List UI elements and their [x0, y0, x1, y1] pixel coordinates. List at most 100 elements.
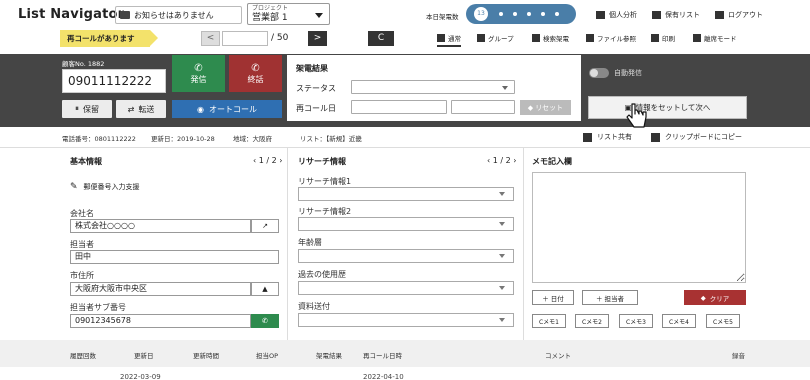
- custom-memo-1-button[interactable]: Cメモ1: [532, 314, 566, 328]
- progress-dot: [527, 12, 531, 16]
- company-name-field[interactable]: 株式会社○○○○: [70, 219, 251, 233]
- clear-memo-label: クリア: [709, 294, 730, 303]
- customer-number: 顧客No. 1882: [62, 60, 105, 68]
- history-col-recall: 再コール日時: [363, 352, 402, 360]
- document-sent-select[interactable]: [298, 313, 514, 327]
- progress-dot: [513, 12, 517, 16]
- autocall-button[interactable]: ◉ オートコール: [172, 100, 282, 118]
- usage-history-select[interactable]: [298, 281, 514, 295]
- eraser-icon: ◆: [700, 293, 706, 302]
- recall-time-input[interactable]: [451, 100, 515, 114]
- share-list-button[interactable]: リスト共有: [583, 132, 632, 142]
- page-number-input[interactable]: [222, 31, 268, 46]
- mode-normal[interactable]: 通常: [437, 33, 461, 47]
- mode-group-label: グループ: [488, 35, 514, 43]
- mode-file-ref[interactable]: ファイル参照: [586, 33, 636, 43]
- age-group-label: 年齢層: [298, 238, 322, 247]
- research-2-select[interactable]: [298, 217, 514, 231]
- custom-memo-2-button[interactable]: Cメモ2: [575, 314, 609, 328]
- call-button-label: 発信: [190, 74, 207, 84]
- mode-away-label: 離席モード: [704, 35, 737, 43]
- mode-search-call[interactable]: 検索架電: [532, 33, 569, 43]
- sub-number-field[interactable]: 09012345678: [70, 314, 251, 328]
- set-and-next-button[interactable]: ▣ 情報をセットして次へ: [588, 96, 747, 119]
- custom-memo-3-button[interactable]: Cメモ3: [619, 314, 653, 328]
- history-col-comment: コメント: [545, 352, 571, 360]
- research-1-select[interactable]: [298, 187, 514, 201]
- memo-textarea[interactable]: [532, 172, 746, 283]
- address-field[interactable]: 大阪府大阪市中央区: [70, 282, 251, 296]
- recall-date-input[interactable]: [351, 100, 447, 114]
- page-prev-button[interactable]: <: [201, 31, 220, 46]
- notice-box[interactable]: お知らせはありません: [115, 6, 242, 24]
- basic-info-pager[interactable]: ‹ 1 / 2 ›: [253, 156, 282, 165]
- chevron-right-icon[interactable]: ›: [513, 156, 516, 165]
- info-tel: 電話番号：0801112222: [62, 135, 136, 143]
- insert-date-button[interactable]: ＋ 日付: [532, 290, 574, 305]
- mode-print-label: 印刷: [662, 35, 675, 43]
- page-next-button[interactable]: >: [308, 31, 327, 46]
- hangup-button[interactable]: ✆ 終話: [229, 55, 282, 92]
- sub-number-label: 担当者サブ番号: [70, 303, 126, 312]
- nav-logout-label: ログアウト: [728, 11, 763, 19]
- project-label: プロジェクト: [252, 5, 289, 12]
- address-label: 市住所: [70, 271, 94, 280]
- nav-logout[interactable]: ログアウト: [715, 10, 763, 20]
- mode-print[interactable]: 印刷: [651, 33, 675, 43]
- postal-helper-link[interactable]: ✎ 郵便番号入力支援: [70, 182, 140, 192]
- call-button[interactable]: ✆ 発信: [172, 55, 225, 92]
- copy-clipboard-button[interactable]: クリップボードにコピー: [651, 132, 742, 142]
- history-col-operator: 担当OP: [256, 352, 279, 360]
- chevron-left-icon[interactable]: ‹: [487, 156, 490, 165]
- column-divider: [287, 148, 288, 340]
- person-in-charge-field[interactable]: 田中: [70, 250, 279, 264]
- chevron-down-icon: [315, 13, 323, 18]
- mode-group[interactable]: グループ: [477, 33, 514, 43]
- custom-memo-5-button[interactable]: Cメモ5: [706, 314, 740, 328]
- mode-file-label: ファイル参照: [597, 35, 636, 43]
- history-row-recall: 2022-04-10: [363, 373, 404, 380]
- history-col-recording: 録音: [732, 352, 745, 360]
- clipboard-icon: [651, 132, 660, 142]
- postal-helper-label: 郵便番号入力支援: [83, 183, 140, 191]
- history-col-count: 履歴回数: [70, 352, 96, 360]
- mode-normal-label: 通常: [448, 35, 461, 43]
- transfer-button[interactable]: ⇄ 転送: [116, 100, 166, 118]
- history-table-header: [0, 340, 810, 367]
- share-icon: [583, 132, 592, 142]
- mode-away[interactable]: 離席モード: [693, 33, 737, 43]
- status-select[interactable]: [351, 80, 515, 94]
- nav-analysis[interactable]: 個人分析: [596, 10, 637, 20]
- transfer-icon: ⇄: [127, 104, 135, 114]
- research-info-pager[interactable]: ‹ 1 / 2 ›: [487, 156, 516, 165]
- column-divider: [523, 148, 524, 340]
- custom-memo-4-button[interactable]: Cメモ4: [662, 314, 696, 328]
- group-icon: [477, 34, 485, 42]
- call-sub-number-button[interactable]: ✆: [251, 314, 279, 328]
- document-sent-label: 資料送付: [298, 302, 330, 311]
- history-col-time: 更新時間: [193, 352, 219, 360]
- phone-number-display[interactable]: 09011112222: [62, 69, 166, 93]
- auto-dial-toggle[interactable]: [589, 68, 609, 78]
- age-group-select[interactable]: [298, 249, 514, 263]
- hold-button-label: 保留: [83, 104, 99, 114]
- project-select[interactable]: プロジェクト 営業部 1: [247, 3, 330, 25]
- basic-pager-text: 1 / 2: [258, 156, 277, 165]
- chevron-down-icon: [499, 318, 505, 322]
- insert-person-button[interactable]: ＋ 担当者: [582, 290, 638, 305]
- chevron-right-icon[interactable]: ›: [279, 156, 282, 165]
- refresh-button[interactable]: C: [368, 31, 394, 46]
- call-result-title: 架電結果: [296, 64, 328, 73]
- recall-banner[interactable]: 再コールがあります: [60, 30, 158, 47]
- page-total: / 50: [271, 33, 289, 43]
- search-icon: [532, 34, 540, 42]
- chevron-left-icon[interactable]: ‹: [253, 156, 256, 165]
- open-external-button[interactable]: ↗: [251, 219, 279, 233]
- hold-button[interactable]: ⏸ 保留: [62, 100, 112, 118]
- reset-button[interactable]: ◆ リセット: [520, 100, 571, 115]
- map-button[interactable]: ▲: [251, 282, 279, 296]
- callcount-value: 13: [474, 7, 488, 21]
- clear-memo-button[interactable]: ◆ クリア: [684, 290, 746, 305]
- chevron-down-icon: [499, 254, 505, 258]
- nav-owned-list[interactable]: 保有リスト: [652, 10, 700, 20]
